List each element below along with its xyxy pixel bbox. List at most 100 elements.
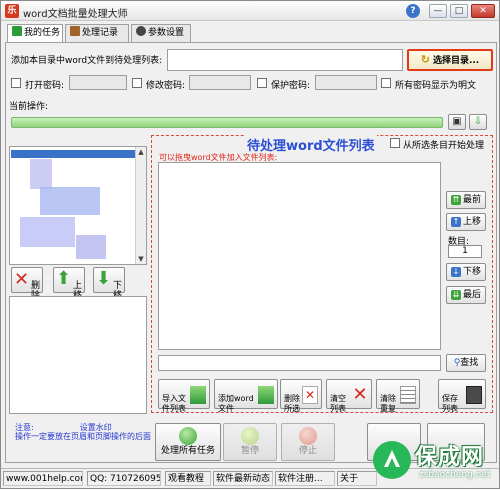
remove-dup-button[interactable]: 清除 重复	[376, 379, 420, 413]
play-icon	[12, 26, 22, 36]
save-icon	[466, 386, 482, 404]
delete-x-icon: ✕	[14, 269, 30, 290]
move-top-button[interactable]: ⇈ 最前	[446, 191, 486, 209]
process-all-button[interactable]: 处理所有任务	[155, 423, 221, 461]
task-file-list[interactable]: ▲ ▼	[9, 146, 147, 265]
title-bar: 乐 word文档批量处理大师 ? — □ ✕	[1, 1, 499, 21]
folder-arrow-icon: ↻	[420, 53, 430, 66]
import-icon	[190, 386, 206, 404]
task-detail-list[interactable]	[9, 296, 147, 414]
tutorial-link[interactable]: 观看教程	[165, 471, 211, 486]
import-list-button[interactable]: 导入文 件列表	[158, 379, 210, 413]
tab-label: 处理记录	[82, 28, 119, 38]
tab-settings[interactable]: 参数设置	[131, 24, 191, 42]
note-subject: 设置水印	[79, 423, 112, 432]
save-icon[interactable]: ▣	[448, 114, 466, 130]
play-icon	[179, 427, 197, 445]
dedupe-icon	[400, 386, 416, 404]
watermark-text: 保成网	[415, 445, 485, 470]
note-body: 操作一定要放在页眉和页脚操作的后面	[15, 432, 151, 441]
site-watermark: 保成网 zsbaocheng.net	[373, 437, 500, 490]
blurred-content	[30, 159, 52, 189]
stop-icon	[299, 427, 317, 445]
move-up-task-button[interactable]: ⬆上 移	[53, 267, 85, 301]
list-scrollbar[interactable]: ▲ ▼	[135, 147, 146, 264]
choose-dir-label: 选择目录...	[432, 56, 480, 66]
protect-password-label: 保护密码:	[271, 81, 311, 91]
save-list-button[interactable]: 保存 列表	[438, 379, 486, 413]
delete-selected-label: 删除 所选	[284, 394, 300, 413]
save-list-label: 保存 列表	[442, 394, 458, 413]
open-password-input[interactable]	[69, 75, 127, 90]
window-title: word文档批量处理大师	[23, 9, 128, 20]
stop-label: 停止	[298, 446, 317, 456]
progress-bar	[11, 117, 443, 128]
register-link[interactable]: 软件注册...	[275, 471, 335, 486]
show-plain-checkbox[interactable]	[381, 78, 391, 88]
tab-history[interactable]: 处理记录	[65, 24, 129, 42]
stop-button[interactable]: 停止	[281, 423, 335, 461]
add-dir-label: 添加本目录中word文件到待处理列表:	[11, 56, 163, 66]
minimize-button[interactable]: —	[429, 4, 447, 18]
move-down-label: 下移	[462, 267, 481, 277]
move-bottom-button[interactable]: ⇊ 最后	[446, 286, 486, 304]
current-op-label: 当前操作:	[9, 102, 49, 112]
top-arrow-icon: ⇈	[450, 195, 461, 205]
move-down-button[interactable]: ↓ 下移	[446, 263, 486, 281]
move-up-button[interactable]: ↑ 上移	[446, 213, 486, 231]
app-logo-icon: 乐	[5, 4, 19, 18]
tab-label: 我的任务	[24, 28, 61, 38]
briefcase-icon	[70, 26, 80, 36]
add-word-button[interactable]: 添加word 文件	[214, 379, 278, 413]
close-button[interactable]: ✕	[471, 4, 495, 18]
blurred-content	[76, 235, 106, 259]
open-password-checkbox[interactable]	[11, 78, 21, 88]
move-top-label: 最前	[462, 195, 481, 205]
news-link[interactable]: 软件最新动态	[213, 471, 273, 486]
modify-password-label: 修改密码:	[146, 81, 186, 91]
pause-label: 暂停	[240, 446, 259, 456]
move-bottom-label: 最后	[462, 290, 481, 300]
pause-icon	[241, 427, 259, 445]
dir-path-input[interactable]	[167, 49, 403, 71]
delete-selected-button[interactable]: 删除 所选 ✕	[280, 379, 322, 413]
start-from-selected-checkbox[interactable]	[390, 138, 400, 148]
delete-icon: ✕	[302, 386, 318, 404]
watermark-url: zsbaocheng.net	[419, 470, 491, 480]
about-link[interactable]: 关于	[337, 471, 377, 486]
modify-password-input[interactable]	[189, 75, 251, 90]
help-icon[interactable]: ?	[406, 4, 420, 18]
arrow-down-icon: ⬇	[96, 268, 112, 289]
list-item-selected[interactable]	[11, 150, 136, 158]
bottom-arrow-icon: ⇊	[450, 290, 461, 300]
blurred-content	[40, 187, 100, 215]
scroll-up-icon[interactable]: ▲	[136, 147, 146, 157]
down-arrow-icon: ↓	[450, 267, 461, 277]
search-label: 查找	[460, 358, 479, 368]
process-all-label: 处理所有任务	[160, 446, 215, 456]
pending-file-list[interactable]	[158, 162, 441, 350]
start-from-selected-label: 从所选条目开始处理	[403, 141, 485, 151]
gear-icon	[136, 26, 146, 36]
status-qq: QQ: 710726095	[87, 471, 161, 486]
pause-button[interactable]: 暂停	[223, 423, 277, 461]
search-input[interactable]	[158, 355, 441, 371]
protect-password-input[interactable]	[315, 75, 377, 90]
scroll-down-icon[interactable]: ▼	[136, 254, 146, 264]
import-list-label: 导入文 件列表	[162, 394, 186, 413]
watermark-logo-icon	[373, 441, 411, 479]
clear-list-button[interactable]: 清空 列表 ✕	[326, 379, 372, 413]
tab-my-tasks[interactable]: 我的任务	[7, 24, 63, 43]
count-value: 1	[448, 245, 482, 258]
choose-dir-button[interactable]: ↻ 选择目录...	[407, 49, 493, 71]
protect-password-checkbox[interactable]	[257, 78, 267, 88]
watermark-note: 注意: 设置水印 操作一定要放在页眉和页脚操作的后面	[15, 423, 155, 441]
modify-password-checkbox[interactable]	[132, 78, 142, 88]
move-up-label: 上移	[462, 217, 481, 227]
delete-task-button[interactable]: ✕删 除	[11, 267, 43, 301]
maximize-button[interactable]: □	[450, 4, 468, 18]
tab-label: 参数设置	[148, 28, 185, 38]
search-button[interactable]: ⚲查找	[446, 354, 486, 372]
move-down-task-button[interactable]: ⬇下 移	[93, 267, 125, 301]
download-icon[interactable]: ⇩	[469, 114, 487, 130]
